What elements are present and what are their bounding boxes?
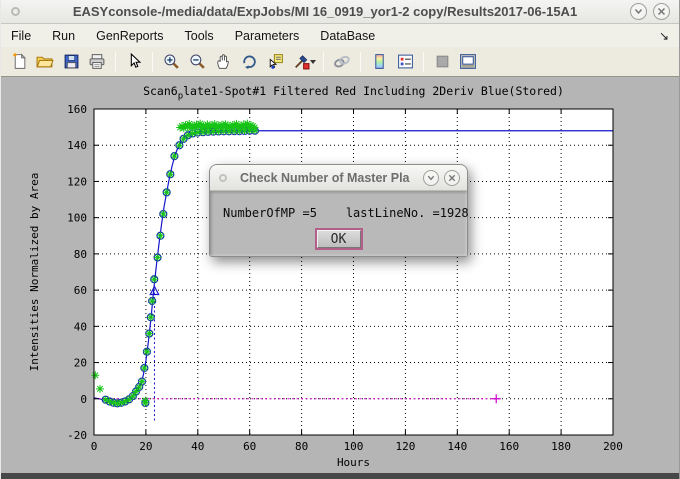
- window-titlebar: EASYconsole-/media/data/ExpJobs/MI 16_09…: [1, 0, 679, 24]
- window-title: EASYconsole-/media/data/ExpJobs/MI 16_09…: [31, 4, 619, 19]
- dialog-menu-icon[interactable]: [219, 174, 227, 182]
- toolbar-separator: [360, 52, 361, 72]
- figure-area: 0 20 40 60 80 100 120 140 160 180 200 -20 0 20 40 60 80 1…: [1, 77, 679, 473]
- svg-text:40: 40: [74, 320, 87, 333]
- ok-button-focus-ring: OK: [315, 228, 363, 250]
- svg-text:100: 100: [67, 212, 87, 225]
- rotate-3d-icon[interactable]: [236, 50, 262, 74]
- svg-text:120: 120: [395, 440, 415, 453]
- app-window: EASYconsole-/media/data/ExpJobs/MI 16_09…: [0, 0, 680, 479]
- svg-text:160: 160: [499, 440, 519, 453]
- menu-file[interactable]: File: [11, 29, 31, 43]
- close-icon: [656, 6, 667, 17]
- insert-legend-icon[interactable]: [392, 50, 418, 74]
- close-icon: [447, 173, 457, 183]
- menu-run[interactable]: Run: [52, 29, 75, 43]
- svg-text:80: 80: [74, 248, 87, 261]
- toolbar-separator: [115, 52, 116, 72]
- menu-dock-arrow-icon[interactable]: ↘: [659, 29, 669, 43]
- svg-text:80: 80: [295, 440, 308, 453]
- svg-text:20: 20: [139, 440, 152, 453]
- svg-text:40: 40: [191, 440, 204, 453]
- plot-tools-off-icon[interactable]: [429, 50, 455, 74]
- svg-text:0: 0: [91, 440, 98, 453]
- chart-canvas: 0 20 40 60 80 100 120 140 160 180 200 -20 0 20 40 60 80 1…: [1, 77, 680, 473]
- svg-text:60: 60: [243, 440, 256, 453]
- ok-button[interactable]: OK: [317, 230, 361, 248]
- dialog-message: NumberOfMP =5 lastLineNo. =1928: [223, 206, 469, 220]
- dialog-titlebar[interactable]: Check Number of Master Pla: [210, 165, 467, 191]
- svg-text:20: 20: [74, 357, 87, 370]
- data-cursor-icon[interactable]: [262, 50, 288, 74]
- toolbar: [1, 47, 679, 77]
- brush-dropdown-icon[interactable]: [310, 60, 316, 64]
- svg-text:60: 60: [74, 284, 87, 297]
- dialog-title: Check Number of Master Pla: [240, 171, 419, 185]
- chart-title: Scan6plate1-Spot#1 Filtered Red Includin…: [94, 84, 613, 101]
- window-menu-icon[interactable]: [11, 7, 20, 16]
- menu-database[interactable]: DataBase: [320, 29, 375, 43]
- window-close-button[interactable]: [653, 3, 670, 20]
- chevron-down-icon: [633, 6, 644, 17]
- insert-colorbar-icon[interactable]: [366, 50, 392, 74]
- chevron-down-icon: [426, 173, 436, 183]
- chart-title-prefix: Scan6: [143, 84, 178, 98]
- dialog-close-button[interactable]: [444, 170, 460, 186]
- svg-text:180: 180: [551, 440, 571, 453]
- menu-parameters[interactable]: Parameters: [235, 29, 300, 43]
- dock-figure-icon[interactable]: [455, 50, 481, 74]
- svg-text:140: 140: [67, 139, 87, 152]
- menu-tools[interactable]: Tools: [185, 29, 214, 43]
- toolbar-separator: [423, 52, 424, 72]
- save-icon[interactable]: [58, 50, 84, 74]
- svg-text:-20: -20: [67, 429, 87, 442]
- check-master-plates-dialog: Check Number of Master Pla NumberOfMP =5…: [209, 164, 468, 257]
- dialog-shade-button[interactable]: [423, 170, 439, 186]
- open-file-icon[interactable]: [32, 50, 58, 74]
- toolbar-separator: [152, 52, 153, 72]
- edit-arrow-icon[interactable]: [121, 50, 147, 74]
- svg-text:0: 0: [80, 393, 87, 406]
- print-icon[interactable]: [84, 50, 110, 74]
- svg-text:200: 200: [603, 440, 623, 453]
- svg-text:120: 120: [67, 175, 87, 188]
- dialog-body: NumberOfMP =5 lastLineNo. =1928 OK: [210, 191, 467, 256]
- svg-text:100: 100: [344, 440, 364, 453]
- svg-text:140: 140: [447, 440, 467, 453]
- menu-bar: File Run GenReports Tools Parameters Dat…: [1, 24, 679, 47]
- chart-title-rest: late1-Spot#1 Filtered Red Including 2Der…: [183, 84, 564, 98]
- zoom-in-icon[interactable]: [158, 50, 184, 74]
- window-bottom-edge: [1, 473, 679, 479]
- new-file-icon[interactable]: [6, 50, 32, 74]
- menu-genreports[interactable]: GenReports: [96, 29, 163, 43]
- svg-text:160: 160: [67, 103, 87, 116]
- zoom-out-icon[interactable]: [184, 50, 210, 74]
- toolbar-separator: [323, 52, 324, 72]
- svg-text:Hours: Hours: [337, 456, 370, 469]
- link-plot-icon[interactable]: [329, 50, 355, 74]
- pan-hand-icon[interactable]: [210, 50, 236, 74]
- window-shade-button[interactable]: [630, 3, 647, 20]
- svg-text:Intensities Normalized by Area: Intensities Normalized by Area: [28, 173, 41, 372]
